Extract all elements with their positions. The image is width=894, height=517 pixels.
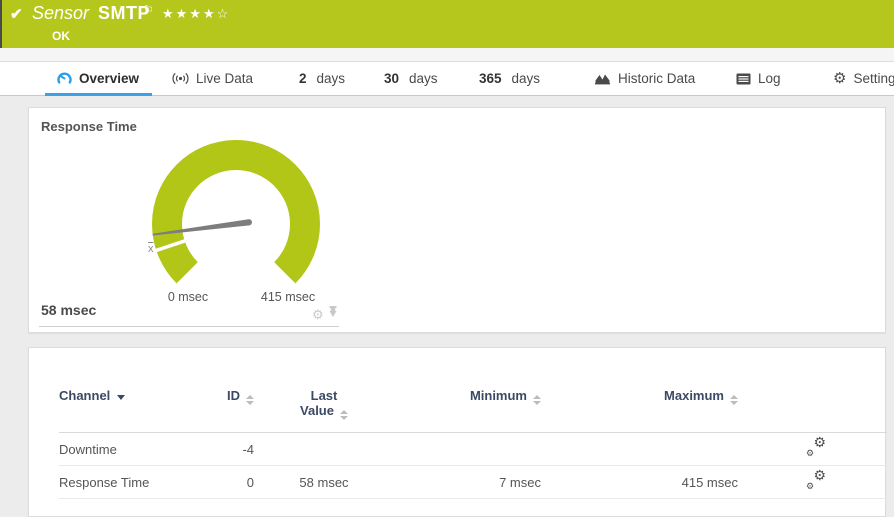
cell-id: 0 bbox=[214, 466, 264, 499]
table-header-row: Channel ID Last Value Minimum Maximum bbox=[59, 380, 887, 433]
table-row: Response Time 0 58 msec 7 msec 415 msec … bbox=[59, 466, 887, 499]
cell-channel: Downtime bbox=[59, 433, 214, 466]
gauge-title: Response Time bbox=[41, 119, 137, 134]
toolbar-strip bbox=[0, 48, 894, 62]
sensor-header: ✔ SensorSMTP ⚐ ★★★★☆ OK bbox=[0, 0, 894, 48]
status-badge: OK bbox=[52, 29, 70, 43]
sensor-type-label: Sensor bbox=[32, 3, 89, 23]
tab-2-days[interactable]: 2 days bbox=[299, 62, 345, 95]
page-title: SensorSMTP bbox=[32, 3, 150, 24]
gauge-average-marker-label: x bbox=[148, 243, 154, 255]
star-empty[interactable]: ☆ bbox=[217, 6, 231, 21]
sort-carets-icon bbox=[730, 395, 738, 405]
sort-carets-icon bbox=[246, 395, 254, 405]
tab-log-label: Log bbox=[758, 71, 781, 86]
table-row: Downtime -4 ⚙⚙ bbox=[59, 433, 887, 466]
gauge-pin-icon[interactable] bbox=[328, 305, 338, 323]
tab-overview[interactable]: Overview bbox=[57, 62, 139, 95]
column-header-actions bbox=[764, 380, 887, 433]
column-header-last-label: Last bbox=[264, 388, 384, 403]
cell-last-value bbox=[264, 433, 384, 466]
tab-30-days[interactable]: 30 days bbox=[384, 62, 438, 95]
gauge-settings-gear-icon[interactable]: ⚙ bbox=[312, 308, 324, 321]
column-header-minimum[interactable]: Minimum bbox=[384, 380, 569, 433]
response-time-gauge-card: Response Time x 0 msec 415 msec 58 msec … bbox=[28, 107, 886, 333]
sort-desc-caret-icon bbox=[117, 395, 125, 400]
gauge-current-value: 58 msec bbox=[41, 302, 96, 318]
channel-settings-gears-icon[interactable]: ⚙⚙ bbox=[805, 438, 827, 457]
stars-filled[interactable]: ★★★★ bbox=[162, 6, 217, 21]
tab-settings[interactable]: ⚙ Settings bbox=[833, 62, 894, 95]
sort-carets-icon bbox=[340, 410, 348, 420]
gauge-scale-min: 0 msec bbox=[148, 290, 228, 304]
settings-gear-icon: ⚙ bbox=[833, 71, 846, 86]
tab-historic-data[interactable]: Historic Data bbox=[594, 62, 695, 95]
column-header-minimum-label: Minimum bbox=[470, 388, 527, 403]
tab-settings-label: Settings bbox=[853, 71, 894, 86]
column-header-id-label: ID bbox=[227, 388, 240, 403]
column-header-last-value[interactable]: Last Value bbox=[264, 380, 384, 433]
column-header-channel[interactable]: Channel bbox=[59, 380, 214, 433]
column-header-channel-label: Channel bbox=[59, 388, 110, 403]
tab-30-days-label: days bbox=[409, 71, 438, 86]
gauge-arc bbox=[167, 155, 305, 273]
cell-minimum bbox=[384, 433, 569, 466]
active-tab-underline bbox=[45, 93, 152, 96]
tab-365-days-label: days bbox=[512, 71, 541, 86]
tab-30-days-number: 30 bbox=[384, 71, 399, 86]
column-header-value-label: Value bbox=[300, 403, 334, 418]
tab-365-days[interactable]: 365 days bbox=[479, 62, 540, 95]
status-ok-check-icon: ✔ bbox=[10, 5, 23, 23]
cell-minimum: 7 msec bbox=[384, 466, 569, 499]
column-header-maximum[interactable]: Maximum bbox=[569, 380, 764, 433]
gauge-mini-toolbar: ⚙ bbox=[312, 305, 338, 323]
log-list-icon bbox=[736, 73, 751, 85]
cell-maximum: 415 msec bbox=[569, 466, 764, 499]
tab-overview-label: Overview bbox=[79, 71, 139, 86]
tab-live-data-label: Live Data bbox=[196, 71, 253, 86]
gauge-icon bbox=[57, 71, 72, 86]
channel-settings-gears-icon[interactable]: ⚙⚙ bbox=[805, 471, 827, 490]
column-header-maximum-label: Maximum bbox=[664, 388, 724, 403]
tab-365-days-number: 365 bbox=[479, 71, 502, 86]
tab-live-data[interactable]: Live Data bbox=[172, 62, 253, 95]
priority-flag-icon[interactable]: ⚐ bbox=[143, 3, 154, 17]
tab-log[interactable]: Log bbox=[736, 62, 781, 95]
cell-last-value: 58 msec bbox=[264, 466, 384, 499]
sort-carets-icon bbox=[533, 395, 541, 405]
gauge-scale-max: 415 msec bbox=[248, 290, 328, 304]
channel-table-card: Channel ID Last Value Minimum Maximum bbox=[28, 347, 886, 517]
live-data-icon bbox=[172, 72, 189, 85]
priority-star-rating[interactable]: ★★★★☆ bbox=[162, 6, 230, 22]
tab-bar: Overview Live Data 2 days 30 days 365 da… bbox=[0, 62, 894, 96]
historic-chart-icon bbox=[594, 72, 611, 85]
cell-channel: Response Time bbox=[59, 466, 214, 499]
gauge-panel-divider bbox=[39, 326, 339, 327]
column-header-id[interactable]: ID bbox=[214, 380, 264, 433]
cell-id: -4 bbox=[214, 433, 264, 466]
channel-table: Channel ID Last Value Minimum Maximum bbox=[59, 380, 887, 499]
tab-2-days-label: days bbox=[317, 71, 346, 86]
cell-maximum bbox=[569, 433, 764, 466]
response-time-gauge bbox=[146, 136, 326, 288]
tab-2-days-number: 2 bbox=[299, 71, 307, 86]
tab-historic-data-label: Historic Data bbox=[618, 71, 695, 86]
